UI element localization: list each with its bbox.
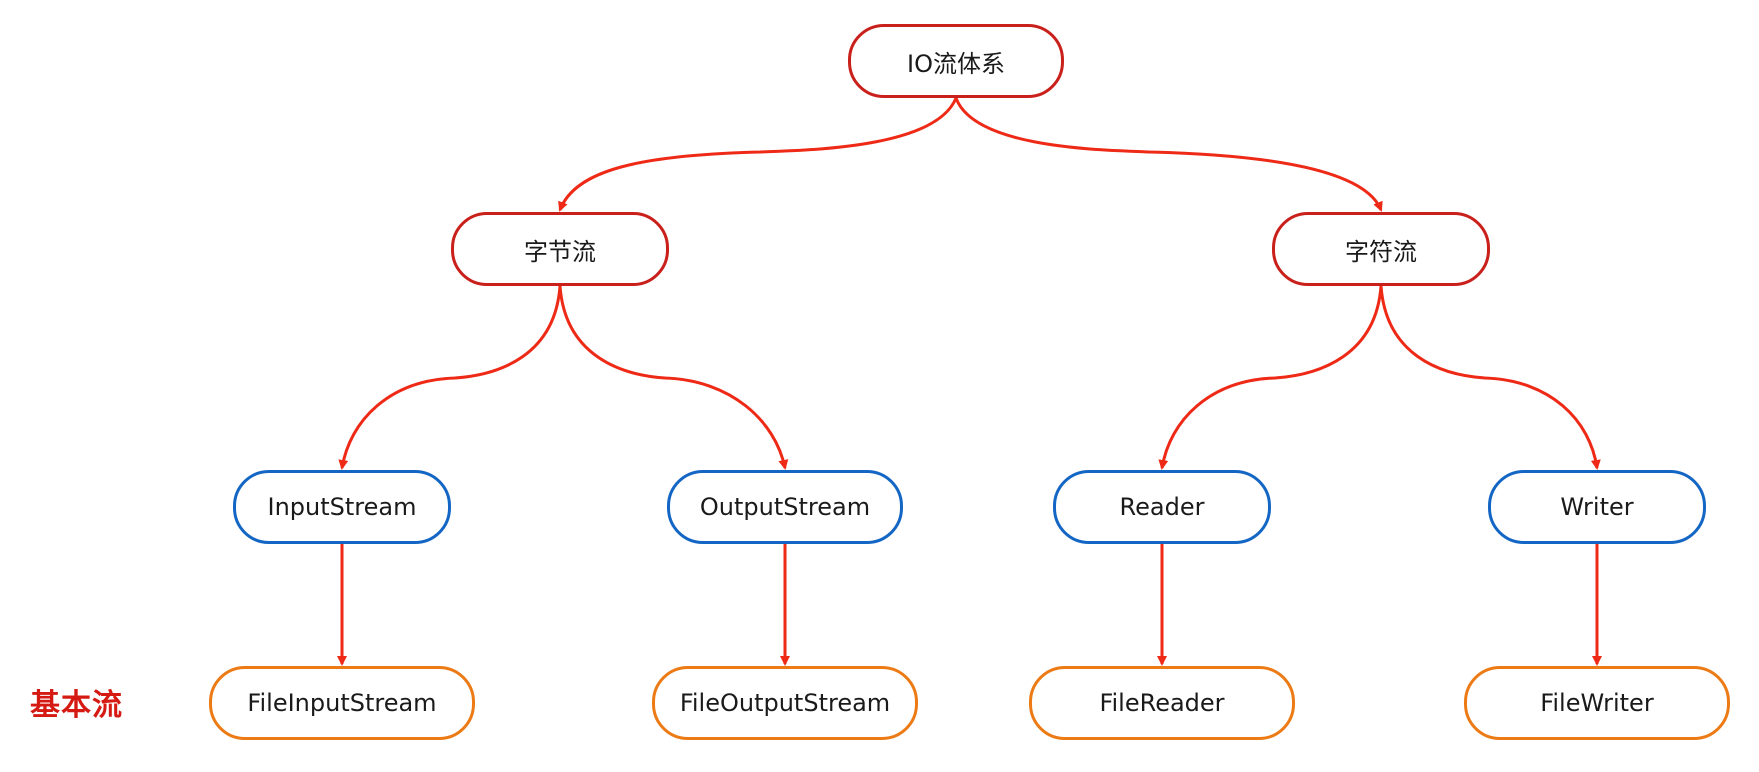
node-label: FileOutputStream xyxy=(679,689,891,717)
node-label: 字节流 xyxy=(524,237,596,266)
edge-byte-stream-to-input-stream xyxy=(338,285,562,470)
node-label: FileReader xyxy=(1099,689,1225,717)
node-writer: Writer xyxy=(1488,470,1706,544)
node-file-reader: FileReader xyxy=(1029,666,1295,740)
node-label: FileWriter xyxy=(1540,689,1654,717)
node-output-stream: OutputStream xyxy=(667,470,903,544)
edge-char-stream-to-writer xyxy=(1379,285,1601,470)
node-label: Writer xyxy=(1560,493,1634,521)
node-file-input-stream: FileInputStream xyxy=(209,666,475,740)
node-label: InputStream xyxy=(267,493,417,521)
node-label: 字符流 xyxy=(1345,237,1417,266)
node-label: IO流体系 xyxy=(907,49,1005,78)
node-char-stream: 字符流 xyxy=(1272,212,1490,286)
node-label: OutputStream xyxy=(699,493,871,521)
node-reader: Reader xyxy=(1053,470,1271,544)
node-file-output-stream: FileOutputStream xyxy=(652,666,918,740)
node-input-stream: InputStream xyxy=(233,470,451,544)
edge-byte-stream-to-output-stream xyxy=(558,285,789,470)
node-label: Reader xyxy=(1119,493,1205,521)
basic-stream-label: 基本流 xyxy=(30,688,123,723)
node-file-writer: FileWriter xyxy=(1464,666,1730,740)
edge-root-to-char-stream xyxy=(954,97,1383,212)
node-byte-stream: 字节流 xyxy=(451,212,669,286)
diagram-canvas xyxy=(337,97,1602,666)
edge-root-to-byte-stream xyxy=(558,97,958,212)
edge-char-stream-to-reader xyxy=(1158,285,1383,470)
node-io-stream-system: IO流体系 xyxy=(848,24,1064,98)
node-label: FileInputStream xyxy=(247,689,437,717)
